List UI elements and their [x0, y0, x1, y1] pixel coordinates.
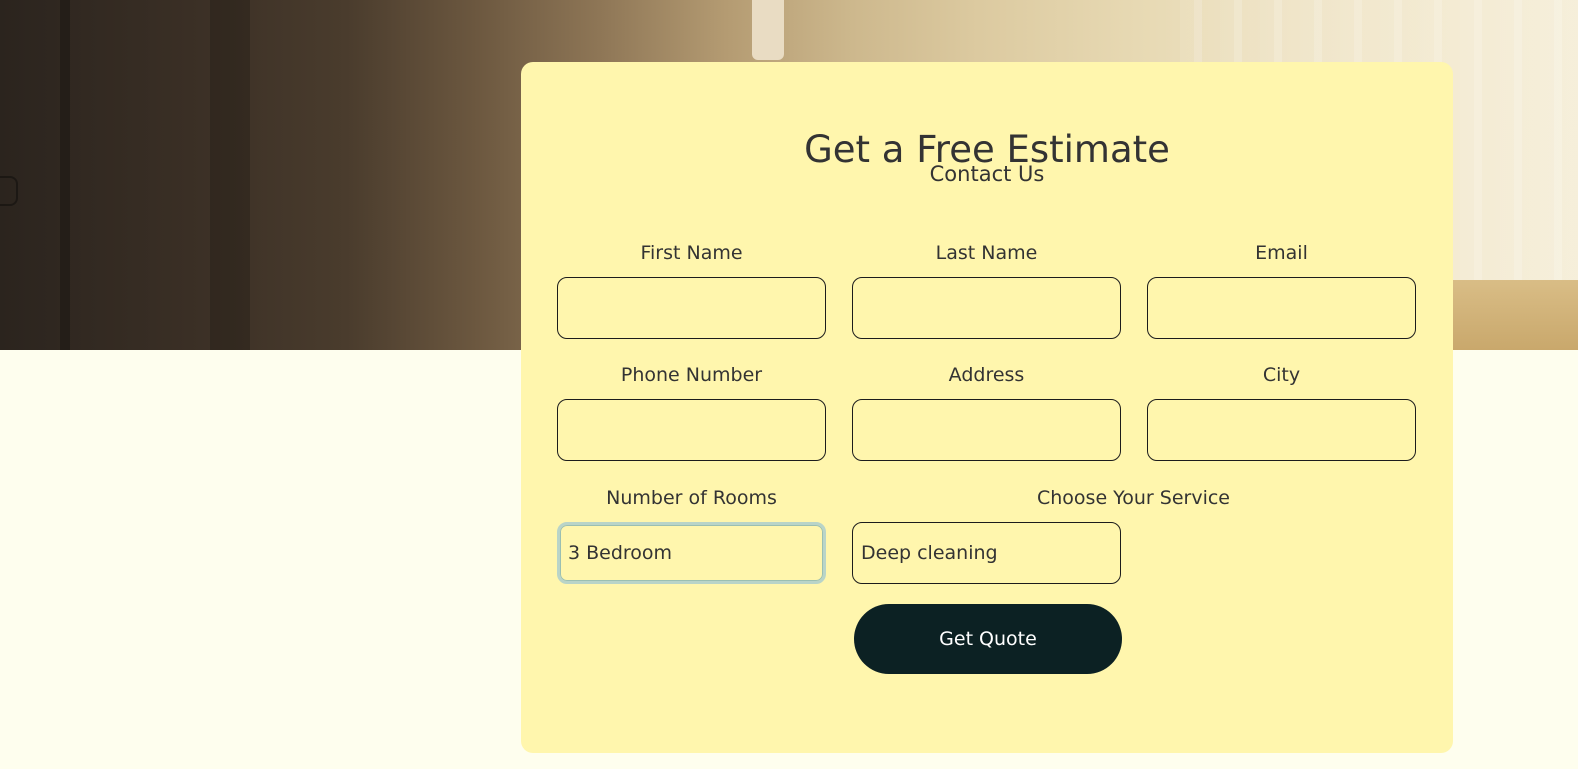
first-name-input[interactable] — [557, 277, 826, 339]
address-field: Address — [852, 363, 1121, 461]
city-field: City — [1147, 363, 1416, 461]
hero-door-handle — [0, 176, 18, 206]
hero-floor — [1440, 280, 1578, 350]
service-label: Choose Your Service — [1036, 487, 1230, 509]
get-quote-button[interactable]: Get Quote — [854, 604, 1122, 674]
service-input[interactable] — [852, 522, 1121, 584]
first-name-field: First Name — [557, 241, 826, 339]
last-name-field: Last Name — [852, 241, 1121, 339]
hero-door-shadow — [210, 0, 250, 350]
email-label: Email — [1255, 242, 1308, 264]
service-field: Choose Your Service — [852, 486, 1415, 584]
phone-input[interactable] — [557, 399, 826, 461]
hero-door-edge — [60, 0, 70, 350]
city-label: City — [1262, 364, 1301, 386]
phone-field: Phone Number — [557, 363, 826, 461]
email-field: Email — [1147, 241, 1416, 339]
estimate-form-card: Get a Free Estimate Contact Us First Nam… — [521, 62, 1453, 753]
last-name-label: Last Name — [935, 242, 1038, 264]
city-input[interactable] — [1147, 399, 1416, 461]
phone-label: Phone Number — [620, 364, 763, 386]
address-input[interactable] — [852, 399, 1121, 461]
address-label: Address — [948, 364, 1025, 386]
rooms-field: Number of Rooms — [557, 486, 826, 584]
last-name-input[interactable] — [852, 277, 1121, 339]
rooms-input[interactable] — [557, 522, 826, 584]
hero-person-figure — [752, 0, 784, 60]
first-name-label: First Name — [640, 242, 743, 264]
rooms-label: Number of Rooms — [606, 487, 777, 509]
email-input[interactable] — [1147, 277, 1416, 339]
form-subtitle: Contact Us — [929, 162, 1045, 186]
